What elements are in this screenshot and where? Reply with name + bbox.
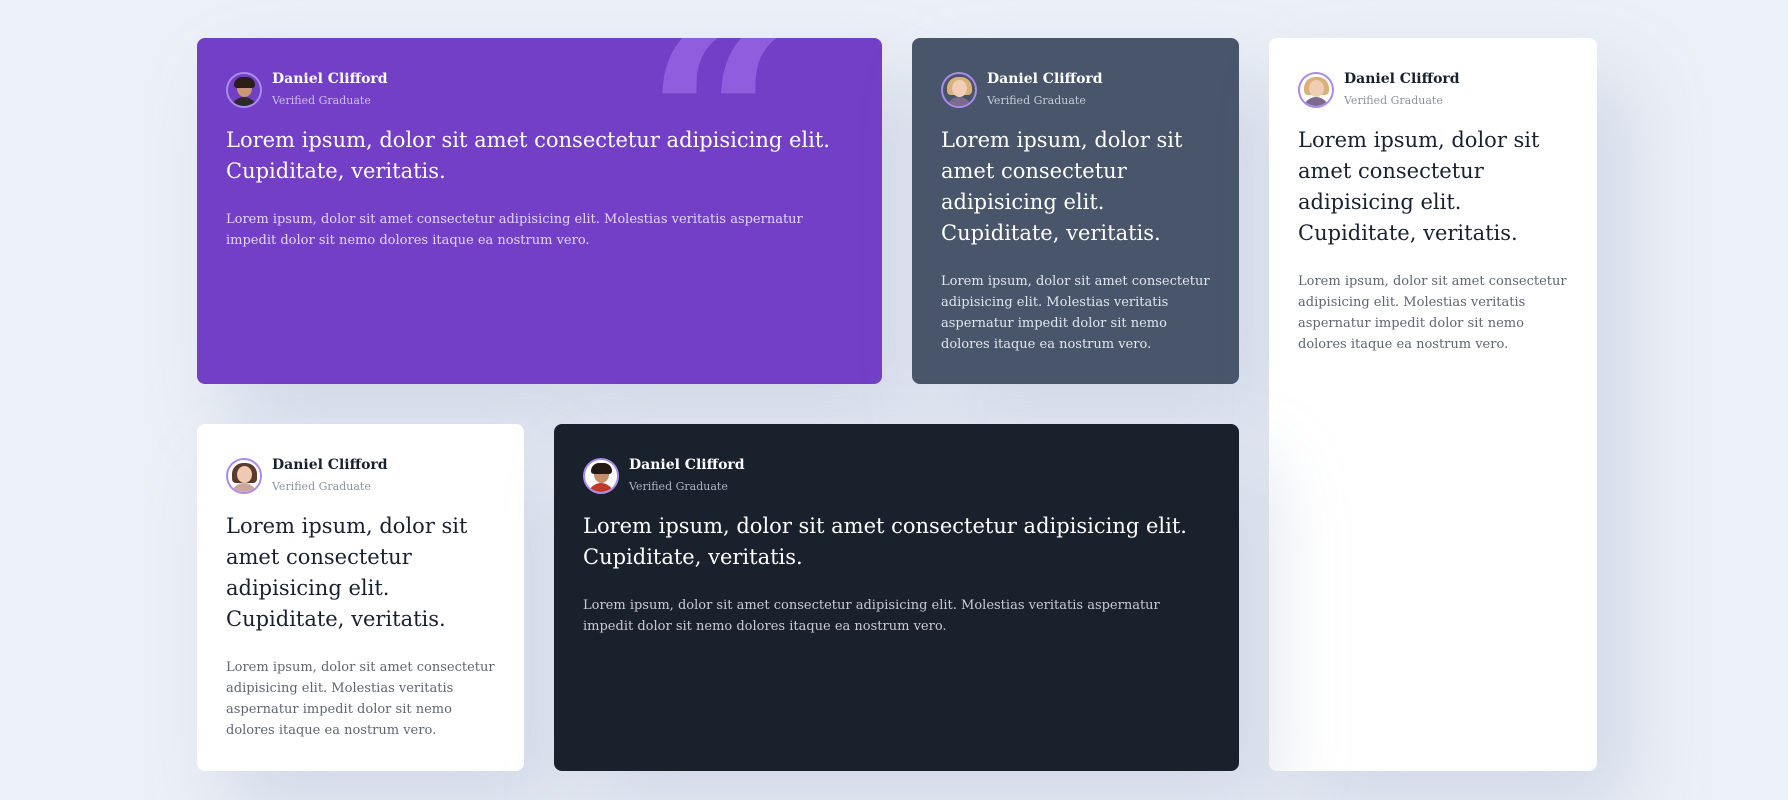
testimonial-card-1: “ Daniel Clifford Verified Graduate Lore…	[197, 38, 882, 384]
author-info: Daniel Clifford Verified Graduate	[272, 71, 388, 107]
testimonial-text: Lorem ipsum, dolor sit amet consectetur …	[1298, 274, 1567, 352]
testimonial-text: Lorem ipsum, dolor sit amet consectetur …	[941, 274, 1210, 352]
author-info: Daniel Clifford Verified Graduate	[272, 457, 388, 493]
author-role: Verified Graduate	[629, 480, 728, 493]
author-header: Daniel Clifford Verified Graduate	[941, 70, 1210, 110]
author-name: Daniel Clifford	[1344, 71, 1460, 87]
author-info: Daniel Clifford Verified Graduate	[1344, 71, 1460, 107]
testimonial-card-4: Daniel Clifford Verified Graduate Lorem …	[197, 424, 524, 771]
testimonial-headline: Lorem ipsum, dolor sit amet consectetur …	[226, 128, 830, 183]
avatar	[226, 72, 262, 108]
author-name: Daniel Clifford	[987, 71, 1103, 87]
author-name: Daniel Clifford	[272, 71, 388, 87]
testimonial-headline: Lorem ipsum, dolor sit amet consectetur …	[1298, 128, 1540, 245]
testimonial-headline: Lorem ipsum, dolor sit amet consectetur …	[226, 514, 468, 631]
author-header: Daniel Clifford Verified Graduate	[226, 70, 853, 110]
author-role: Verified Graduate	[987, 94, 1086, 107]
testimonial-card-5: Daniel Clifford Verified Graduate Lorem …	[554, 424, 1239, 771]
testimonial-text: Lorem ipsum, dolor sit amet consectetur …	[226, 660, 495, 738]
testimonial-grid: “ Daniel Clifford Verified Graduate Lore…	[0, 0, 1788, 800]
author-role: Verified Graduate	[1344, 94, 1443, 107]
author-role: Verified Graduate	[272, 480, 371, 493]
testimonial-headline: Lorem ipsum, dolor sit amet consectetur …	[583, 514, 1187, 569]
author-header: Daniel Clifford Verified Graduate	[583, 456, 1210, 496]
testimonial-text: Lorem ipsum, dolor sit amet consectetur …	[583, 598, 1160, 634]
avatar	[226, 458, 262, 494]
testimonial-card-3: Daniel Clifford Verified Graduate Lorem …	[1269, 38, 1597, 771]
author-info: Daniel Clifford Verified Graduate	[629, 457, 745, 493]
author-header: Daniel Clifford Verified Graduate	[1298, 70, 1568, 110]
author-info: Daniel Clifford Verified Graduate	[987, 71, 1103, 107]
author-header: Daniel Clifford Verified Graduate	[226, 456, 495, 496]
testimonial-card-2: Daniel Clifford Verified Graduate Lorem …	[912, 38, 1239, 384]
avatar	[1298, 72, 1334, 108]
author-name: Daniel Clifford	[629, 457, 745, 473]
author-role: Verified Graduate	[272, 94, 371, 107]
testimonial-text: Lorem ipsum, dolor sit amet consectetur …	[226, 212, 803, 248]
avatar	[941, 72, 977, 108]
author-name: Daniel Clifford	[272, 457, 388, 473]
avatar	[583, 458, 619, 494]
testimonial-headline: Lorem ipsum, dolor sit amet consectetur …	[941, 128, 1183, 245]
